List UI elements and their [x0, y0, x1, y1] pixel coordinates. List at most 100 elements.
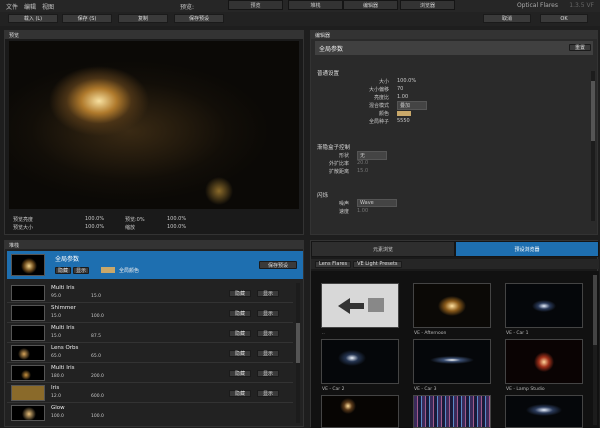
stack-item[interactable]: Multi Iris 180.0 200.0 隐藏 显示	[7, 363, 293, 383]
version: 1.3.5 VF	[569, 2, 594, 9]
global-show-button[interactable]: 显示	[73, 267, 89, 274]
fade-props: 形状 无 外扩比率 20.0 扩散距离 15.0	[317, 150, 587, 175]
item-hide-button[interactable]: 隐藏	[229, 290, 251, 297]
preset-up-folder[interactable]: ..	[321, 283, 399, 336]
flare-preview-viewport[interactable]	[9, 41, 299, 209]
preset-thumb[interactable]: VE - Car 2	[321, 339, 399, 392]
stack-item[interactable]: Multi Iris 15.0 87.5 隐藏 显示	[7, 323, 293, 343]
item-show-button[interactable]: 显示	[257, 390, 279, 397]
save-preset-button[interactable]: 保存预设	[174, 14, 224, 23]
item-value-a[interactable]: 15.0	[51, 334, 61, 339]
item-value-a[interactable]: 180.0	[51, 374, 64, 379]
preset-thumb[interactable]	[505, 395, 583, 428]
item-hide-button[interactable]: 隐藏	[229, 390, 251, 397]
item-value-a[interactable]: 100.0	[51, 414, 64, 419]
item-value-a[interactable]: 12.0	[51, 394, 61, 399]
menu-file[interactable]: 文件	[6, 2, 18, 11]
item-show-button[interactable]: 显示	[257, 290, 279, 297]
reset-button[interactable]: 重置	[569, 44, 591, 51]
global-params-row[interactable]: 全局参数 隐藏 显示 全局颜色 保存预设	[7, 251, 303, 279]
preset-thumb[interactable]	[321, 395, 399, 428]
save-button[interactable]: 保存 (S)	[62, 14, 112, 23]
tab-editor[interactable]: 编辑器	[343, 0, 398, 10]
item-hide-button[interactable]: 隐藏	[229, 350, 251, 357]
preset-thumb[interactable]: VE - Car 3	[413, 339, 491, 392]
prop-value[interactable]: 70	[397, 86, 403, 92]
preset-thumb[interactable]: VE - Afternoon	[413, 283, 491, 336]
stack-panel: 堆栈 全局参数 隐藏 显示 全局颜色 保存预设 Multi Iris 95.0 …	[4, 240, 304, 427]
cancel-button[interactable]: 取消	[483, 14, 531, 23]
load-button[interactable]: 载入 (L)	[8, 14, 58, 23]
tab-preset-browser[interactable]: 预设浏览器	[455, 241, 599, 257]
prop-label: 速度	[338, 208, 349, 215]
save-preset-stack-button[interactable]: 保存预设	[259, 261, 297, 269]
stack-item[interactable]: Shimmer 15.0 100.0 隐藏 显示	[7, 303, 293, 323]
item-value-b[interactable]: 87.5	[91, 334, 101, 339]
prop-label: 扩散距离	[328, 168, 349, 175]
item-hide-button[interactable]: 隐藏	[229, 330, 251, 337]
general-props: 大小 100.0% 大小偏移 70 亮度比 1.00 混合模式 叠加 颜色 全局种子 55…	[317, 77, 587, 125]
item-value-b[interactable]: 65.0	[91, 354, 101, 359]
stack-item[interactable]: Glow 100.0 100.0	[7, 403, 293, 423]
global-hide-button[interactable]: 隐藏	[55, 267, 71, 274]
breadcrumb-lens-flares[interactable]: Lens Flares	[315, 260, 352, 268]
item-show-button[interactable]: 显示	[257, 330, 279, 337]
item-name: Multi Iris	[51, 365, 75, 371]
prop-label: 大小偏移	[368, 86, 389, 93]
breadcrumb-ve-light-presets[interactable]: VE Light Presets	[353, 260, 402, 268]
browser-scrollbar[interactable]	[593, 275, 597, 425]
prop-value[interactable]: 100.0%	[397, 78, 416, 84]
copy-button[interactable]: 复制	[118, 14, 168, 23]
item-value-b[interactable]: 100.0	[91, 314, 104, 319]
global-color-swatch[interactable]	[101, 267, 115, 273]
menu-edit[interactable]: 编辑	[24, 2, 36, 11]
menu-view[interactable]: 视图	[42, 2, 54, 11]
prop-label: 外扩比率	[328, 160, 349, 167]
prop-value[interactable]: 1.00	[397, 94, 408, 100]
stack-item[interactable]: Lens Orbs 65.0 65.0 隐藏 显示	[7, 343, 293, 363]
item-show-button[interactable]: 显示	[257, 350, 279, 357]
preset-caption: ..	[322, 331, 325, 336]
blend-mode-select[interactable]: 叠加	[397, 100, 427, 110]
stack-item[interactable]: Iris 12.0 600.0 隐藏 显示	[7, 383, 293, 403]
item-thumb	[11, 305, 45, 321]
item-show-button[interactable]: 显示	[257, 310, 279, 317]
stat-label: 缩放	[125, 224, 136, 231]
item-hide-button[interactable]: 隐藏	[229, 310, 251, 317]
editor-scrollbar[interactable]	[591, 71, 595, 221]
preset-thumb[interactable]: VE - Car 1	[505, 283, 583, 336]
item-value-b[interactable]: 15.0	[91, 294, 101, 299]
tab-element-browser[interactable]: 元素浏览	[311, 241, 455, 257]
color-swatch[interactable]	[397, 110, 411, 116]
item-value-a[interactable]: 95.0	[51, 294, 61, 299]
prop-value[interactable]: 5550	[397, 118, 410, 124]
item-value-b[interactable]: 100.0	[91, 414, 104, 419]
prop-value[interactable]: 20.0	[357, 160, 368, 166]
item-show-button[interactable]: 显示	[257, 370, 279, 377]
editor-header: 编辑器	[311, 31, 597, 39]
item-value-b[interactable]: 600.0	[91, 394, 104, 399]
prop-value[interactable]: 15.0	[357, 168, 368, 174]
section-general: 普通设置	[317, 71, 340, 77]
stack-scrollbar[interactable]	[296, 283, 300, 423]
tab-stack[interactable]: 堆栈	[288, 0, 343, 10]
shape-select[interactable]: 无	[357, 150, 387, 160]
item-hide-button[interactable]: 隐藏	[229, 370, 251, 377]
item-value-a[interactable]: 65.0	[51, 354, 61, 359]
editor-title: 全局参数	[315, 41, 593, 55]
stat-value: 100.0%	[85, 216, 105, 222]
prop-value[interactable]: 1.00	[357, 208, 368, 214]
item-value-a[interactable]: 15.0	[51, 314, 61, 319]
item-thumb	[11, 345, 45, 361]
noise-select[interactable]: Wave	[357, 199, 397, 207]
item-name: Shimmer	[51, 305, 76, 311]
preset-thumb[interactable]: VE - Lamp Studio	[505, 339, 583, 392]
stack-item[interactable]: Multi Iris 95.0 15.0 隐藏 显示	[7, 283, 293, 303]
tab-preview[interactable]: 预览	[228, 0, 283, 10]
item-thumb	[11, 405, 45, 421]
preset-caption: VE - Lamp Studio	[506, 387, 545, 392]
preset-thumb[interactable]	[413, 395, 491, 428]
item-value-b[interactable]: 200.0	[91, 374, 104, 379]
tab-browser[interactable]: 浏览器	[400, 0, 455, 10]
ok-button[interactable]: OK	[540, 14, 588, 23]
